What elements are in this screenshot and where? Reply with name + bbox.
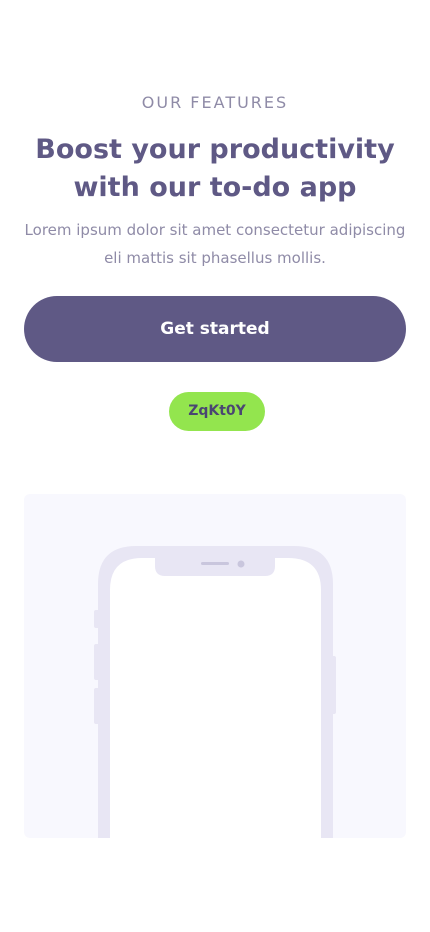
headline-line-1: Boost your productivity <box>35 134 395 165</box>
section-description: Lorem ipsum dolor sit amet consectetur a… <box>20 216 410 272</box>
description-line-2: eli mattis sit phasellus mollis. <box>104 249 326 267</box>
section-eyebrow: OUR FEATURES <box>141 93 289 112</box>
headline-line-2: with our to-do app <box>73 172 357 203</box>
get-started-button[interactable]: Get started <box>24 296 406 362</box>
phone-screen <box>110 558 321 838</box>
phone-mockup-panel <box>24 494 406 838</box>
section-headline: Boost your productivity with our to-do a… <box>20 131 410 207</box>
phone-speaker <box>201 562 229 565</box>
description-line-1: Lorem ipsum dolor sit amet consectetur a… <box>24 221 406 239</box>
code-badge: ZqKt0Y <box>169 392 265 431</box>
phone-camera <box>237 560 245 568</box>
smartphone-icon <box>94 546 336 838</box>
